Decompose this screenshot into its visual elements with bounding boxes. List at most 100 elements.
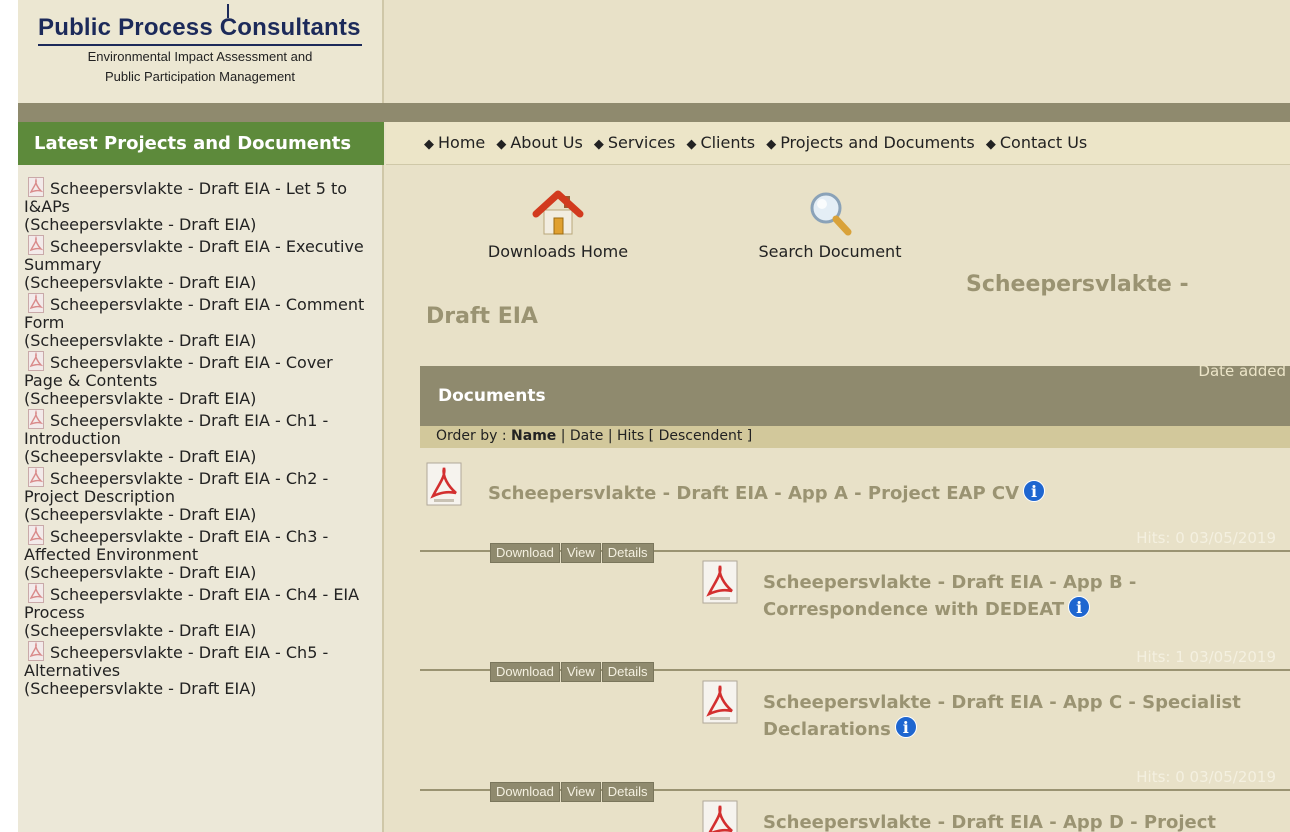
sidebar-doc-link[interactable]: Scheepersvlakte - Draft EIA - Ch2 - Proj… (24, 469, 328, 506)
list-item: Scheepersvlakte - Draft EIA - Ch5 - Alte… (24, 641, 374, 698)
sidebar-doc-category: (Scheepersvlakte - Draft EIA) (24, 505, 257, 524)
nav-item-contact-us[interactable]: Contact Us (1000, 133, 1087, 152)
document-title: Scheepersvlakte - Draft EIA - App C - Sp… (763, 692, 1241, 713)
list-item: Scheepersvlakte - Draft EIA - Ch2 - Proj… (24, 467, 374, 524)
document-title: Scheepersvlakte - Draft EIA - App A - Pr… (488, 483, 1020, 504)
sidebar-doc-link[interactable]: Scheepersvlakte - Draft EIA - Comment Fo… (24, 295, 364, 332)
pdf-icon (28, 177, 44, 197)
document-hits-date: Hits: 0 03/05/2019 (1136, 768, 1276, 786)
pdf-icon (28, 235, 44, 255)
document-actions: Download View Details (490, 542, 655, 563)
list-item: Scheepersvlakte - Draft EIA - Executive … (24, 235, 374, 292)
document-actions: Download View Details (490, 661, 655, 682)
details-button[interactable]: Details (601, 662, 654, 682)
list-item: Scheepersvlakte - Draft EIA - Ch3 - Affe… (24, 525, 374, 582)
sidebar-doc-link[interactable]: Scheepersvlakte - Draft EIA - Ch1 - Intr… (24, 411, 328, 448)
logo-subtitle-line1: Environmental Impact Assessment and (87, 49, 313, 64)
order-by-hits[interactable]: Hits (617, 428, 644, 444)
order-direction-toggle[interactable]: [ Descendent ] (649, 428, 753, 444)
document-title: Scheepersvlakte - Draft EIA - App D - Pr… (763, 812, 1216, 832)
nav-item-services[interactable]: Services (608, 133, 675, 152)
nav-item-home[interactable]: Home (438, 133, 485, 152)
info-icon[interactable]: i (1023, 480, 1046, 502)
search-document-label: Search Document (758, 242, 902, 261)
nav-item-about-us[interactable]: About Us (510, 133, 582, 152)
sidebar-doc-link[interactable]: Scheepersvlakte - Draft EIA - Ch3 - Affe… (24, 527, 328, 564)
nav-item-clients[interactable]: Clients (700, 133, 755, 152)
nav-bullet-icon: ◆ (985, 137, 996, 152)
sidebar-doc-category: (Scheepersvlakte - Draft EIA) (24, 215, 257, 234)
info-icon[interactable]: i (894, 716, 917, 738)
logo-underline (38, 44, 362, 46)
list-item: Scheepersvlakte - Draft EIA - Ch4 - EIA … (24, 583, 374, 640)
sidebar-doc-link[interactable]: Scheepersvlakte - Draft EIA - Cover Page… (24, 353, 333, 390)
view-button[interactable]: View (560, 543, 601, 563)
pdf-icon (28, 525, 44, 545)
sidebar-latest-list: Scheepersvlakte - Draft EIA - Let 5 to I… (18, 165, 384, 832)
document-title-link[interactable]: Scheepersvlakte - Draft EIA - App D - Pr… (763, 810, 1216, 832)
search-document-button[interactable]: Search Document (750, 188, 910, 261)
header-band (18, 103, 1290, 122)
document-hits-date: Hits: 0 03/05/2019 (1136, 529, 1276, 547)
pdf-icon (702, 560, 738, 604)
sidebar-doc-category: (Scheepersvlakte - Draft EIA) (24, 679, 257, 698)
sidebar-doc-category: (Scheepersvlakte - Draft EIA) (24, 447, 257, 466)
pdf-icon (426, 462, 462, 506)
list-item: Scheepersvlakte - Draft EIA - Ch1 - Intr… (24, 409, 374, 466)
sidebar-doc-link[interactable]: Scheepersvlakte - Draft EIA - Let 5 to I… (24, 179, 347, 216)
house-icon (532, 190, 584, 235)
nav-bullet-icon: ◆ (424, 137, 434, 152)
download-button[interactable]: Download (490, 782, 560, 802)
downloads-home-button[interactable]: Downloads Home (478, 188, 638, 261)
pdf-icon (28, 293, 44, 313)
sidebar-doc-link[interactable]: Scheepersvlakte - Draft EIA - Ch4 - EIA … (24, 585, 359, 622)
logo-subtitle-line2: Public Participation Management (104, 69, 296, 84)
order-by-date[interactable]: Date (570, 428, 603, 444)
view-button[interactable]: View (560, 782, 601, 802)
pdf-icon (28, 641, 44, 661)
sidebar-doc-category: (Scheepersvlakte - Draft EIA) (24, 331, 257, 350)
document-title-cont: Correspondence with DEDEAT (763, 599, 1065, 620)
document-title: Scheepersvlakte - Draft EIA - App B - (763, 572, 1137, 593)
list-item: Scheepersvlakte - Draft EIA - Comment Fo… (24, 293, 374, 350)
main-content: Downloads Home Search Document Scheepers… (386, 166, 1290, 832)
pdf-icon (702, 800, 738, 832)
order-by-bar: Order by : Name | Date | Hits [ Descende… (420, 426, 1290, 448)
nav-bullet-icon: ◆ (496, 137, 507, 152)
details-button[interactable]: Details (601, 782, 654, 802)
date-added-header: Date added (1198, 362, 1286, 380)
category-heading-cont: Draft EIA (426, 304, 538, 329)
document-title-link[interactable]: Scheepersvlakte - Draft EIA - App A - Pr… (488, 480, 1046, 507)
pdf-icon (28, 351, 44, 371)
nav-bullet-icon: ◆ (686, 137, 697, 152)
nav-item-projects-and-documents[interactable]: Projects and Documents (780, 133, 975, 152)
view-button[interactable]: View (560, 662, 601, 682)
order-separator: | (607, 428, 613, 444)
info-icon[interactable]: i (1068, 596, 1091, 618)
sidebar-doc-link[interactable]: Scheepersvlakte - Draft EIA - Ch5 - Alte… (24, 643, 328, 680)
download-button[interactable]: Download (490, 543, 560, 563)
list-item: Scheepersvlakte - Draft EIA - Cover Page… (24, 351, 374, 408)
sidebar-heading: Latest Projects and Documents (18, 122, 384, 165)
pdf-icon (702, 680, 738, 724)
download-button[interactable]: Download (490, 662, 560, 682)
pdf-icon (28, 467, 44, 487)
document-title-link[interactable]: Scheepersvlakte - Draft EIA - App C - Sp… (763, 690, 1241, 743)
documents-title: Documents (438, 386, 546, 406)
logo-title: Public Process Consultants (38, 14, 361, 41)
site-logo[interactable]: Public Process Consultants Environmental… (18, 0, 384, 103)
pdf-icon (28, 409, 44, 429)
sidebar-doc-category: (Scheepersvlakte - Draft EIA) (24, 621, 257, 640)
order-by-label: Order by : (436, 428, 507, 444)
document-title-link[interactable]: Scheepersvlakte - Draft EIA - App B - Co… (763, 570, 1136, 623)
documents-header-bar: Date added Documents (420, 362, 1290, 426)
details-button[interactable]: Details (601, 543, 654, 563)
magnifier-icon (810, 192, 852, 236)
header-banner (386, 0, 1290, 103)
pdf-icon (28, 583, 44, 603)
main-nav: ◆ Home ◆ About Us ◆ Services ◆ Clients ◆ Proj… (386, 122, 1290, 165)
sidebar-doc-link[interactable]: Scheepersvlakte - Draft EIA - Executive … (24, 237, 364, 274)
nav-bullet-icon: ◆ (593, 137, 604, 152)
order-by-name[interactable]: Name (511, 428, 556, 444)
list-item: Scheepersvlakte - Draft EIA - Let 5 to I… (24, 177, 374, 234)
